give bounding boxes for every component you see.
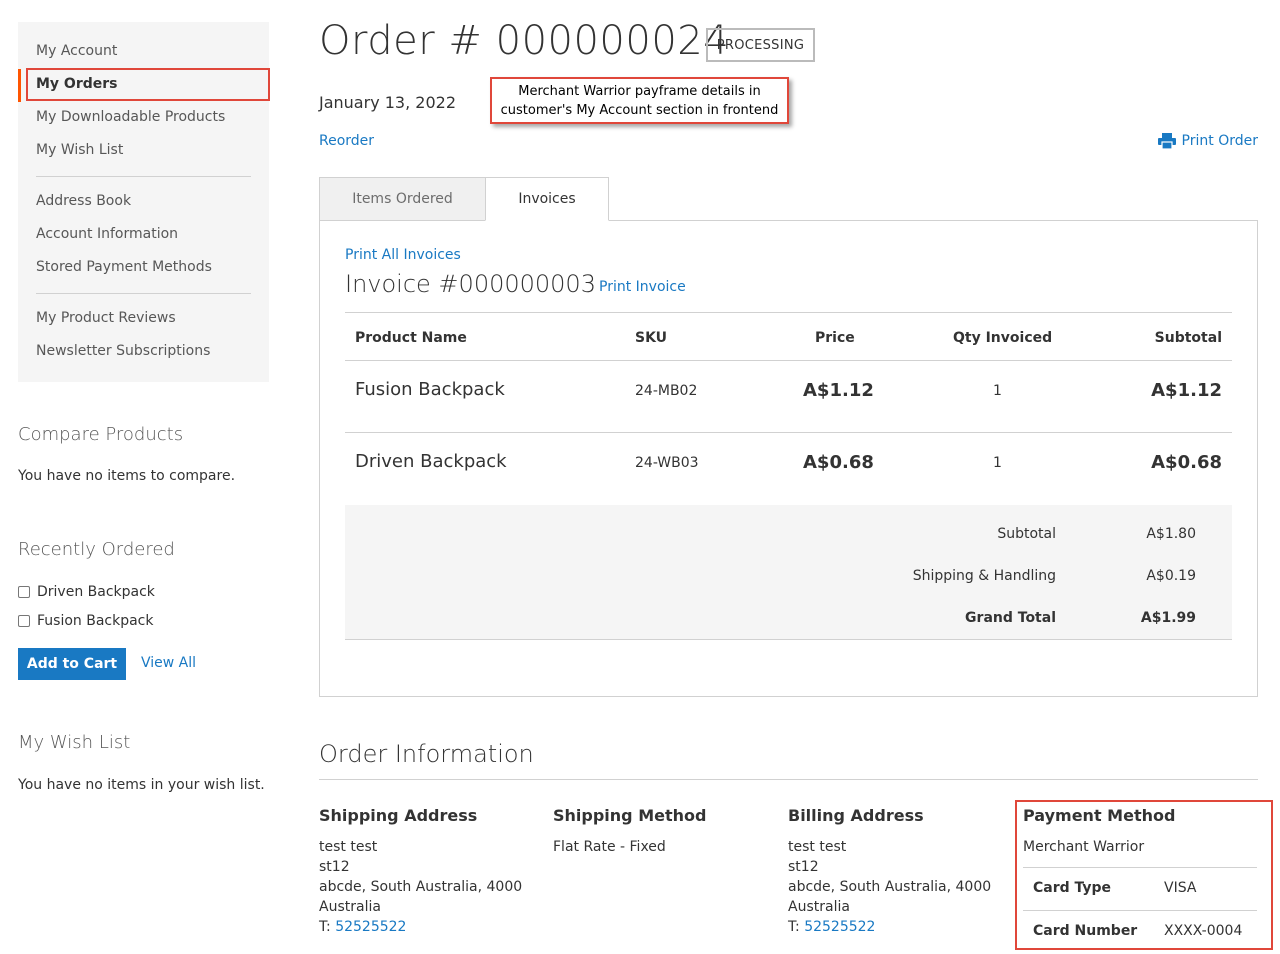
billing-address-line: test test xyxy=(788,839,847,855)
recent-item-checkbox[interactable] xyxy=(18,615,30,627)
order-status-badge: PROCESSING xyxy=(706,28,815,62)
recent-item-checkbox[interactable] xyxy=(18,586,30,598)
nav-my-wish-list[interactable]: My Wish List xyxy=(36,142,123,158)
totals-subtotal-label: Subtotal xyxy=(997,526,1056,542)
order-date: January 13, 2022 xyxy=(319,93,456,112)
recent-item[interactable]: Fusion Backpack xyxy=(18,613,154,629)
add-to-cart-button[interactable]: Add to Cart xyxy=(18,648,126,680)
recently-ordered-title: Recently Ordered xyxy=(18,539,175,560)
nav-my-product-reviews[interactable]: My Product Reviews xyxy=(36,310,176,326)
table-header-divider xyxy=(345,360,1232,361)
shipping-address-line: abcde, South Australia, 4000 xyxy=(319,879,523,895)
card-type-label: Card Type xyxy=(1033,880,1112,896)
print-invoice-link[interactable]: Print Invoice xyxy=(599,279,686,295)
billing-phone-link[interactable]: 52525522 xyxy=(804,919,875,935)
shipping-address-title: Shipping Address xyxy=(319,806,478,825)
phone-prefix: T: xyxy=(319,919,336,935)
row-divider xyxy=(345,432,1232,433)
product-price: A$0.68 xyxy=(803,452,874,473)
shipping-phone: T: 52525522 xyxy=(319,917,406,937)
view-all-link[interactable]: View All xyxy=(141,655,196,671)
nav-stored-payment-methods[interactable]: Stored Payment Methods xyxy=(36,259,212,275)
table-top-divider xyxy=(345,312,1232,313)
totals-shipping-value: A$0.19 xyxy=(1146,568,1196,584)
callout-line: Merchant Warrior payframe details in xyxy=(518,84,761,99)
shipping-phone-link[interactable]: 52525522 xyxy=(335,919,406,935)
column-header-qty-invoiced: Qty Invoiced xyxy=(953,330,1053,346)
shipping-method-title: Shipping Method xyxy=(553,806,707,825)
invoice-totals: Subtotal A$1.80 Shipping & Handling A$0.… xyxy=(345,505,1232,640)
totals-grand-total-value: A$1.99 xyxy=(1140,610,1196,626)
tab-items-ordered[interactable]: Items Ordered xyxy=(319,177,486,221)
wish-list-title: My Wish List xyxy=(18,732,131,753)
callout-line: customer's My Account section in fronten… xyxy=(500,103,779,118)
totals-shipping-label: Shipping & Handling xyxy=(912,568,1056,584)
my-orders-highlight-box xyxy=(26,68,270,101)
print-order-link[interactable]: Print Order xyxy=(1157,133,1258,149)
compare-products-title: Compare Products xyxy=(18,424,184,445)
column-header-product-name: Product Name xyxy=(355,330,467,346)
nav-divider xyxy=(36,293,251,294)
product-qty: 1 xyxy=(993,383,1002,399)
product-sku: 24-WB03 xyxy=(635,455,699,471)
recent-item-label: Driven Backpack xyxy=(37,584,155,600)
product-price: A$1.12 xyxy=(803,380,874,401)
payment-divider xyxy=(1023,910,1257,911)
product-qty: 1 xyxy=(993,455,1002,471)
card-number-label: Card Number xyxy=(1033,923,1138,939)
shipping-address-line: Australia xyxy=(319,899,381,915)
totals-subtotal-value: A$1.80 xyxy=(1146,526,1196,542)
card-type-value: VISA xyxy=(1164,880,1197,896)
printer-icon xyxy=(1157,133,1176,149)
nav-newsletter-subscriptions[interactable]: Newsletter Subscriptions xyxy=(36,343,210,359)
nav-address-book[interactable]: Address Book xyxy=(36,193,131,209)
card-number-value: XXXX-0004 xyxy=(1164,923,1243,939)
recent-item-label: Fusion Backpack xyxy=(37,613,154,629)
billing-address-title: Billing Address xyxy=(788,806,924,825)
annotation-callout: Merchant Warrior payframe details in cus… xyxy=(490,77,789,124)
order-information-title: Order Information xyxy=(319,740,534,768)
section-divider xyxy=(319,779,1258,780)
shipping-address-line: st12 xyxy=(319,859,350,875)
wish-list-empty-text: You have no items in your wish list. xyxy=(18,777,265,793)
column-header-price: Price xyxy=(815,330,855,346)
product-name: Driven Backpack xyxy=(355,451,507,472)
product-subtotal: A$1.12 xyxy=(1151,380,1222,401)
billing-phone: T: 52525522 xyxy=(788,917,875,937)
invoice-title: Invoice #000000003 xyxy=(345,270,596,298)
billing-address-line: Australia xyxy=(788,899,850,915)
print-all-invoices-link[interactable]: Print All Invoices xyxy=(345,247,461,263)
print-order-label: Print Order xyxy=(1181,133,1258,149)
compare-empty-text: You have no items to compare. xyxy=(18,468,236,484)
billing-address-line: abcde, South Australia, 4000 xyxy=(788,879,992,895)
nav-divider xyxy=(36,176,251,177)
product-sku: 24-MB02 xyxy=(635,383,698,399)
payment-divider xyxy=(1023,867,1257,868)
product-subtotal: A$0.68 xyxy=(1151,452,1222,473)
nav-my-account[interactable]: My Account xyxy=(36,43,117,59)
nav-my-downloadable-products[interactable]: My Downloadable Products xyxy=(36,109,225,125)
page-title: Order # 000000024 xyxy=(319,18,730,64)
column-header-sku: SKU xyxy=(635,330,668,346)
tab-invoices[interactable]: Invoices xyxy=(485,177,609,221)
phone-prefix: T: xyxy=(788,919,805,935)
recent-item[interactable]: Driven Backpack xyxy=(18,584,155,600)
payment-method-name: Merchant Warrior xyxy=(1023,839,1145,855)
shipping-method-value: Flat Rate - Fixed xyxy=(553,839,666,855)
reorder-link[interactable]: Reorder xyxy=(319,133,374,149)
product-name: Fusion Backpack xyxy=(355,379,505,400)
current-nav-indicator xyxy=(18,69,21,102)
payment-method-title: Payment Method xyxy=(1023,806,1176,825)
column-header-subtotal: Subtotal xyxy=(1154,330,1222,346)
shipping-address-line: test test xyxy=(319,839,378,855)
totals-grand-total-label: Grand Total xyxy=(965,610,1056,626)
billing-address-line: st12 xyxy=(788,859,819,875)
nav-account-information[interactable]: Account Information xyxy=(36,226,178,242)
